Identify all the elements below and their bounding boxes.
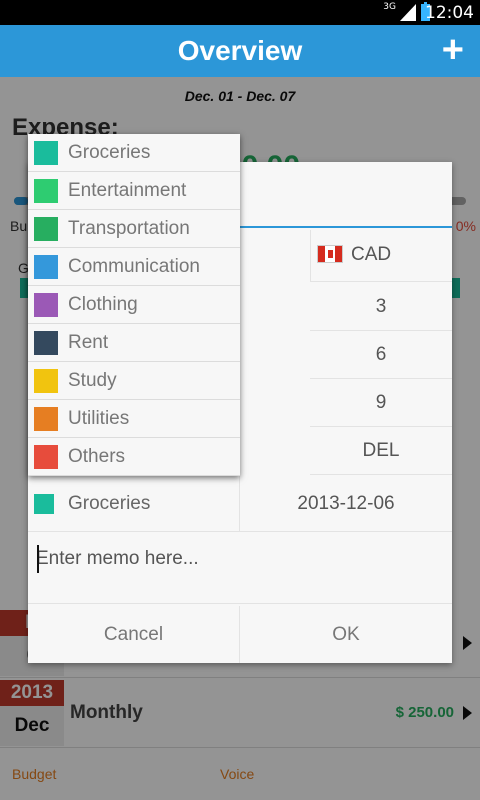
category-color-swatch <box>34 494 54 514</box>
memo-field-container <box>28 532 452 604</box>
category-color-swatch <box>34 217 58 241</box>
keypad-key[interactable]: 9 <box>310 379 452 427</box>
dropdown-item-communication[interactable]: Communication <box>28 248 240 286</box>
category-color-swatch <box>34 407 58 431</box>
delete-key[interactable]: DEL <box>310 427 452 475</box>
app-bar: Overview + <box>0 25 480 77</box>
dropdown-item-label: Study <box>68 370 117 391</box>
category-color-swatch <box>34 293 58 317</box>
dropdown-item-transportation[interactable]: Transportation <box>28 210 240 248</box>
page-title: Overview <box>177 35 303 66</box>
date-selector[interactable]: 2013-12-06 <box>240 476 452 532</box>
dropdown-item-label: Groceries <box>68 142 151 163</box>
currency-selector[interactable]: CAD <box>310 230 452 282</box>
canada-flag-icon <box>317 245 343 263</box>
dropdown-item-clothing[interactable]: Clothing <box>28 286 240 324</box>
ok-button[interactable]: OK <box>240 606 452 663</box>
category-color-swatch <box>34 179 58 203</box>
keypad-key[interactable]: 3 <box>310 283 452 331</box>
dropdown-item-label: Communication <box>68 256 200 277</box>
category-dropdown: Groceries Entertainment Transportation Comm… <box>28 134 240 476</box>
currency-code: CAD <box>351 244 392 265</box>
status-bar: 3G 12:04 <box>0 0 480 25</box>
status-time: 12:04 <box>425 3 474 23</box>
dropdown-item-label: Clothing <box>68 294 138 315</box>
category-color-swatch <box>34 141 58 165</box>
keypad-key[interactable]: 6 <box>310 331 452 379</box>
category-selector[interactable]: Groceries <box>28 476 240 532</box>
network-type: 3G <box>383 2 396 12</box>
category-color-swatch <box>34 255 58 279</box>
dropdown-item-label: Others <box>68 446 126 467</box>
text-cursor <box>37 545 39 573</box>
signal-icon <box>400 4 416 21</box>
dropdown-item-rent[interactable]: Rent <box>28 324 240 362</box>
category-color-swatch <box>34 445 58 469</box>
dropdown-item-utilities[interactable]: Utilities <box>28 400 240 438</box>
category-color-swatch <box>34 331 58 355</box>
selected-category-label: Groceries <box>68 493 151 514</box>
dropdown-item-others[interactable]: Others <box>28 438 240 476</box>
memo-input[interactable] <box>36 544 436 574</box>
cancel-button[interactable]: Cancel <box>28 606 240 663</box>
dropdown-item-label: Entertainment <box>68 180 187 201</box>
dropdown-item-label: Utilities <box>68 408 130 429</box>
dropdown-item-groceries[interactable]: Groceries <box>28 134 240 172</box>
dropdown-item-label: Transportation <box>68 218 190 239</box>
category-color-swatch <box>34 369 58 393</box>
dropdown-item-label: Rent <box>68 332 109 353</box>
dropdown-item-study[interactable]: Study <box>28 362 240 400</box>
dropdown-item-entertainment[interactable]: Entertainment <box>28 172 240 210</box>
plus-icon[interactable]: + <box>442 31 464 69</box>
